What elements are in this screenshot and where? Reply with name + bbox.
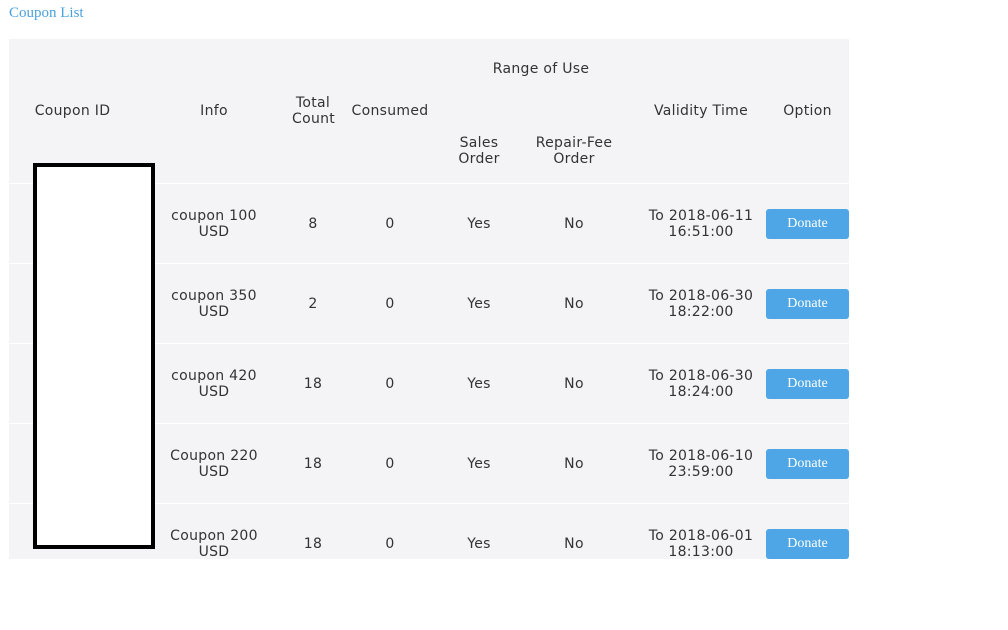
header-consumed: Consumed bbox=[351, 103, 429, 119]
validity-time-cell: To 2018-06-11 16:51:00 bbox=[636, 183, 766, 264]
info-cell: coupon 420 USD bbox=[136, 343, 292, 424]
info-line2: USD bbox=[198, 303, 230, 320]
option-cell: Donate bbox=[766, 423, 849, 504]
validity-time-cell: To 2018-06-01 18:13:00 bbox=[636, 503, 766, 584]
validity-clock: 18:22:00 bbox=[668, 303, 734, 320]
total-count-cell: 2 bbox=[292, 263, 334, 344]
validity-date: To 2018-06-30 bbox=[648, 287, 754, 304]
info-cell: coupon 350 USD bbox=[136, 263, 292, 344]
header-sales-order: Sales Order bbox=[446, 117, 512, 184]
validity-clock: 23:59:00 bbox=[668, 463, 734, 480]
donate-button[interactable]: Donate bbox=[766, 208, 849, 239]
sales-order-cell: Yes bbox=[446, 183, 512, 264]
header-option: Option bbox=[783, 103, 832, 119]
validity-date: To 2018-06-30 bbox=[648, 367, 754, 384]
info-line2: USD bbox=[198, 223, 230, 240]
header-repair-fee-line1: Repair-Fee bbox=[535, 135, 613, 151]
consumed-cell: 0 bbox=[334, 263, 446, 344]
validity-date: To 2018-06-01 bbox=[648, 527, 754, 544]
consumed-cell: 0 bbox=[334, 343, 446, 424]
info-line1: coupon 350 bbox=[171, 287, 257, 304]
validity-time-cell: To 2018-06-30 18:24:00 bbox=[636, 343, 766, 424]
donate-button[interactable]: Donate bbox=[766, 448, 849, 479]
header-sales-order-line1: Sales bbox=[459, 135, 499, 151]
total-count-cell: 18 bbox=[292, 503, 334, 584]
header-repair-fee-line2: Order bbox=[553, 151, 595, 167]
info-line1: Coupon 220 bbox=[170, 447, 258, 464]
sales-order-cell: Yes bbox=[446, 503, 512, 584]
validity-time-cell: To 2018-06-30 18:22:00 bbox=[636, 263, 766, 344]
validity-time-cell: To 2018-06-10 23:59:00 bbox=[636, 423, 766, 504]
header-repair-fee-order: Repair-Fee Order bbox=[512, 117, 636, 184]
header-total-count-line1: Total bbox=[295, 95, 331, 111]
validity-date: To 2018-06-11 bbox=[648, 207, 754, 224]
donate-button[interactable]: Donate bbox=[766, 288, 849, 319]
header-total-count: Total Count bbox=[292, 39, 336, 184]
consumed-cell: 0 bbox=[334, 503, 446, 584]
consumed-cell: 0 bbox=[334, 183, 446, 264]
info-line1: coupon 420 bbox=[171, 367, 257, 384]
header-info: Info bbox=[200, 103, 228, 119]
total-count-cell: 18 bbox=[292, 343, 334, 424]
option-cell: Donate bbox=[766, 343, 849, 424]
info-line2: USD bbox=[198, 543, 230, 560]
total-count-cell: 18 bbox=[292, 423, 334, 504]
sales-order-cell: Yes bbox=[446, 423, 512, 504]
validity-clock: 18:13:00 bbox=[668, 543, 734, 560]
sales-order-cell: Yes bbox=[446, 263, 512, 344]
validity-date: To 2018-06-10 bbox=[648, 447, 754, 464]
repair-fee-order-cell: No bbox=[512, 183, 636, 264]
coupon-list-link[interactable]: Coupon List bbox=[9, 5, 84, 22]
repair-fee-order-cell: No bbox=[512, 503, 636, 584]
info-line1: coupon 100 bbox=[171, 207, 257, 224]
info-line2: USD bbox=[198, 383, 230, 400]
total-count-cell: 8 bbox=[292, 183, 334, 264]
info-line1: Coupon 200 bbox=[170, 527, 258, 544]
info-line2: USD bbox=[198, 463, 230, 480]
sales-order-cell: Yes bbox=[446, 343, 512, 424]
repair-fee-order-cell: No bbox=[512, 263, 636, 344]
info-cell: coupon 100 USD bbox=[136, 183, 292, 264]
header-coupon-id: Coupon ID bbox=[34, 103, 111, 119]
donate-button[interactable]: Donate bbox=[766, 528, 849, 559]
option-cell: Donate bbox=[766, 183, 849, 264]
header-range-of-use: Range of Use bbox=[492, 61, 590, 77]
validity-clock: 18:24:00 bbox=[668, 383, 734, 400]
header-total-count-line2: Count bbox=[292, 111, 336, 127]
validity-clock: 16:51:00 bbox=[668, 223, 734, 240]
coupon-table-container: Coupon ID Info Total Count Consumed Rang… bbox=[9, 39, 849, 584]
consumed-cell: 0 bbox=[334, 423, 446, 504]
redaction-box bbox=[33, 163, 155, 549]
header-sales-order-line2: Order bbox=[458, 151, 500, 167]
option-cell: Donate bbox=[766, 263, 849, 344]
header-validity-time: Validity Time bbox=[653, 103, 748, 119]
info-cell: Coupon 200 USD bbox=[136, 503, 292, 584]
repair-fee-order-cell: No bbox=[512, 423, 636, 504]
option-cell: Donate bbox=[766, 503, 849, 584]
repair-fee-order-cell: No bbox=[512, 343, 636, 424]
donate-button[interactable]: Donate bbox=[766, 368, 849, 399]
info-cell: Coupon 220 USD bbox=[136, 423, 292, 504]
